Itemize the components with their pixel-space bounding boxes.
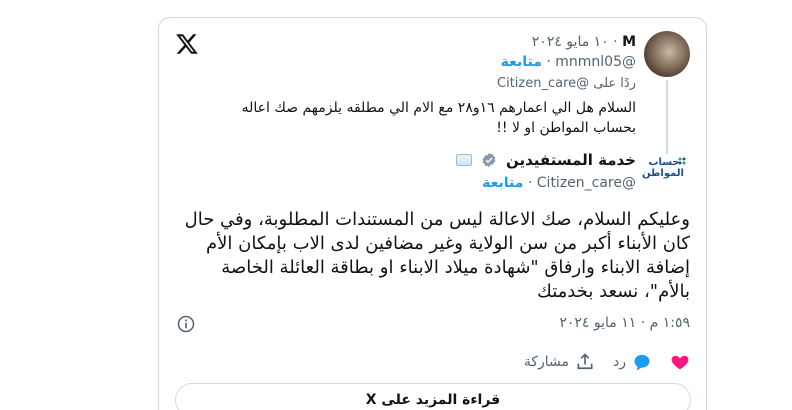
replying-to: ردًا على @Citizen_care xyxy=(497,76,636,91)
reply-author-row: M · ١٠ مايو ٢٠٢٤ xyxy=(532,34,636,50)
reply-bubble-icon xyxy=(634,354,650,371)
separator: · xyxy=(613,34,618,50)
separator: · xyxy=(636,315,646,331)
share-button[interactable]: مشاركة xyxy=(524,352,595,372)
separator: · xyxy=(527,175,533,191)
logo-text-line: المواطن xyxy=(641,168,684,179)
info-icon[interactable] xyxy=(176,314,196,334)
author-handle[interactable]: @Citizen_care xyxy=(537,175,636,191)
share-label: مشاركة xyxy=(523,354,569,370)
like-button[interactable] xyxy=(670,352,690,372)
thread-line xyxy=(666,80,668,154)
affiliation-badge-icon[interactable] xyxy=(455,154,472,166)
reply-author-name[interactable]: M xyxy=(622,34,636,50)
heart-icon xyxy=(671,355,689,370)
reply-handle-row: @mnmnl05 · متابعة xyxy=(501,54,636,70)
reply-to-prefix: ردًا على xyxy=(593,76,636,91)
avatar[interactable] xyxy=(644,31,690,77)
follow-button[interactable]: متابعة xyxy=(482,175,523,191)
tweet-text: وعليكم السلام، صك الاعالة ليس من المستند… xyxy=(184,209,690,302)
reply-text-line: بحساب المواطن او لا !! xyxy=(496,120,636,136)
x-logo-icon[interactable] xyxy=(175,32,199,56)
embedded-tweet-card: M · ١٠ مايو ٢٠٢٤ @mnmnl05 · متابعة ردًا … xyxy=(158,17,707,410)
logo-dots-icon xyxy=(678,157,686,165)
follow-button[interactable]: متابعة xyxy=(501,54,542,70)
reply-date[interactable]: ١٠ مايو ٢٠٢٤ xyxy=(532,34,609,50)
author-handle-row: @Citizen_care · متابعة xyxy=(482,175,636,191)
share-icon xyxy=(577,353,593,370)
tweet-timestamp[interactable]: ١:٥٩ م · ١١ مايو ٢٠٢٤ xyxy=(559,315,690,331)
reply-text-line: السلام هل الي اعمارهم ١٦و٢٨ مع الام الي … xyxy=(241,100,636,116)
tweet-actions: رد مشاركة xyxy=(506,352,690,372)
tweet-time[interactable]: ١:٥٩ م xyxy=(650,315,690,331)
reply-button[interactable]: رد xyxy=(613,352,652,372)
reply-handle[interactable]: @mnmnl05 xyxy=(555,54,636,70)
author-name-row: خدمة المستفيدين xyxy=(455,151,636,169)
verified-badge-icon[interactable] xyxy=(481,152,497,168)
citizen-account-logo[interactable]: حساب المواطن xyxy=(641,157,686,185)
read-more-button[interactable]: قراءة المزيد على X xyxy=(175,383,691,410)
separator: · xyxy=(546,54,551,70)
reply-text: السلام هل الي اعمارهم ١٦و٢٨ مع الام الي … xyxy=(196,98,636,138)
reply-label: رد xyxy=(613,354,626,370)
author-name[interactable]: خدمة المستفيدين xyxy=(506,151,636,169)
reply-to-handle[interactable]: @Citizen_care xyxy=(497,76,589,91)
tweet-date[interactable]: ١١ مايو ٢٠٢٤ xyxy=(559,315,636,331)
